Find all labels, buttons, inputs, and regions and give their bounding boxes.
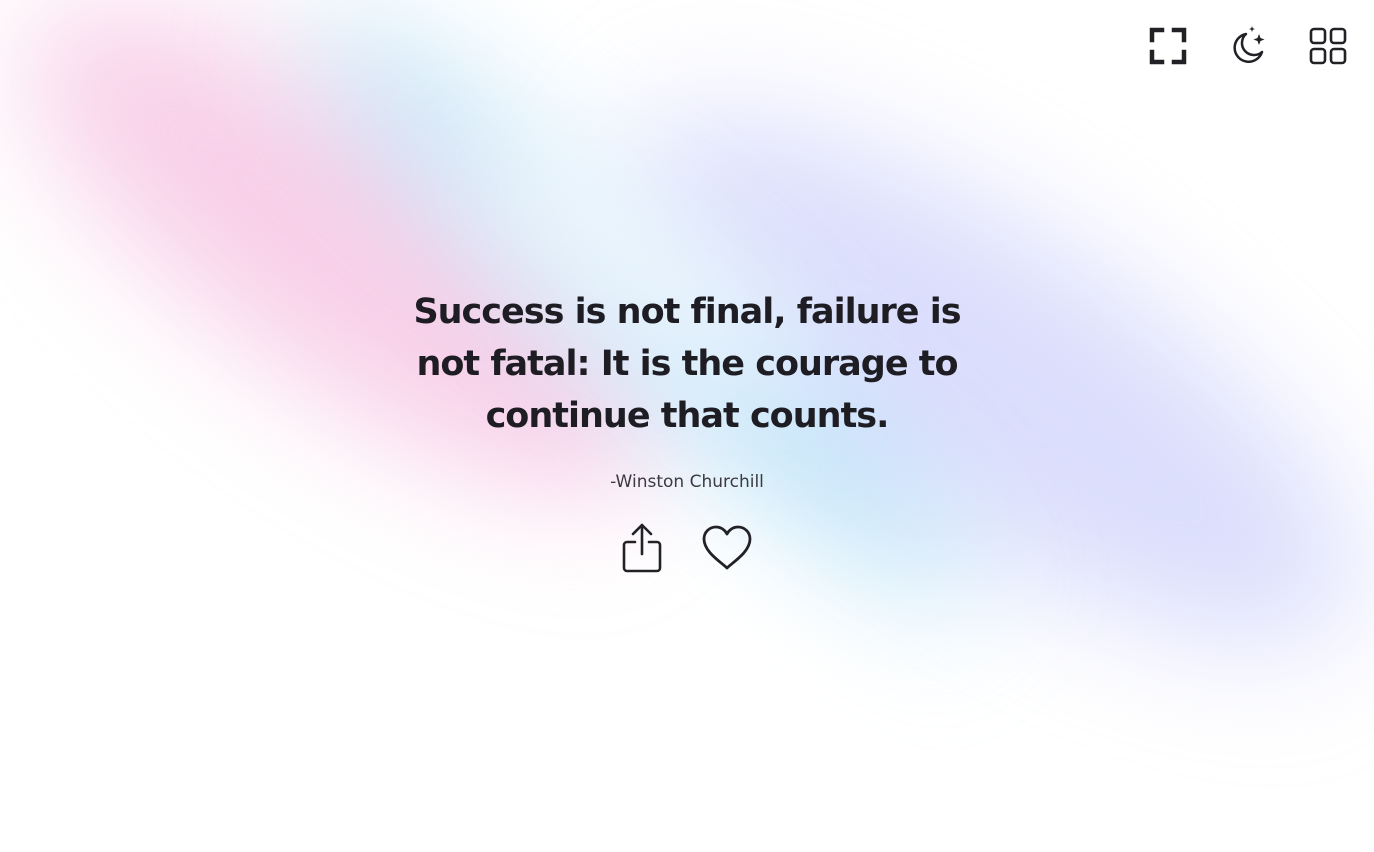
share-icon — [622, 523, 662, 573]
grid-icon — [1309, 27, 1347, 65]
quote-card: Success is not final, failure is not fat… — [0, 286, 1374, 574]
fullscreen-button[interactable] — [1146, 24, 1190, 68]
like-button[interactable] — [701, 524, 753, 572]
heart-icon — [702, 525, 752, 570]
grid-view-button[interactable] — [1306, 24, 1350, 68]
theme-toggle-button[interactable] — [1226, 24, 1270, 68]
quote-actions — [621, 522, 753, 574]
top-toolbar — [1146, 24, 1350, 68]
fullscreen-icon — [1149, 27, 1187, 65]
app-root: Success is not final, failure is not fat… — [0, 0, 1374, 852]
quote-author: -Winston Churchill — [610, 472, 764, 492]
quote-text: Success is not final, failure is not fat… — [413, 292, 961, 436]
moon-stars-icon — [1233, 26, 1265, 63]
share-button[interactable] — [621, 522, 663, 574]
